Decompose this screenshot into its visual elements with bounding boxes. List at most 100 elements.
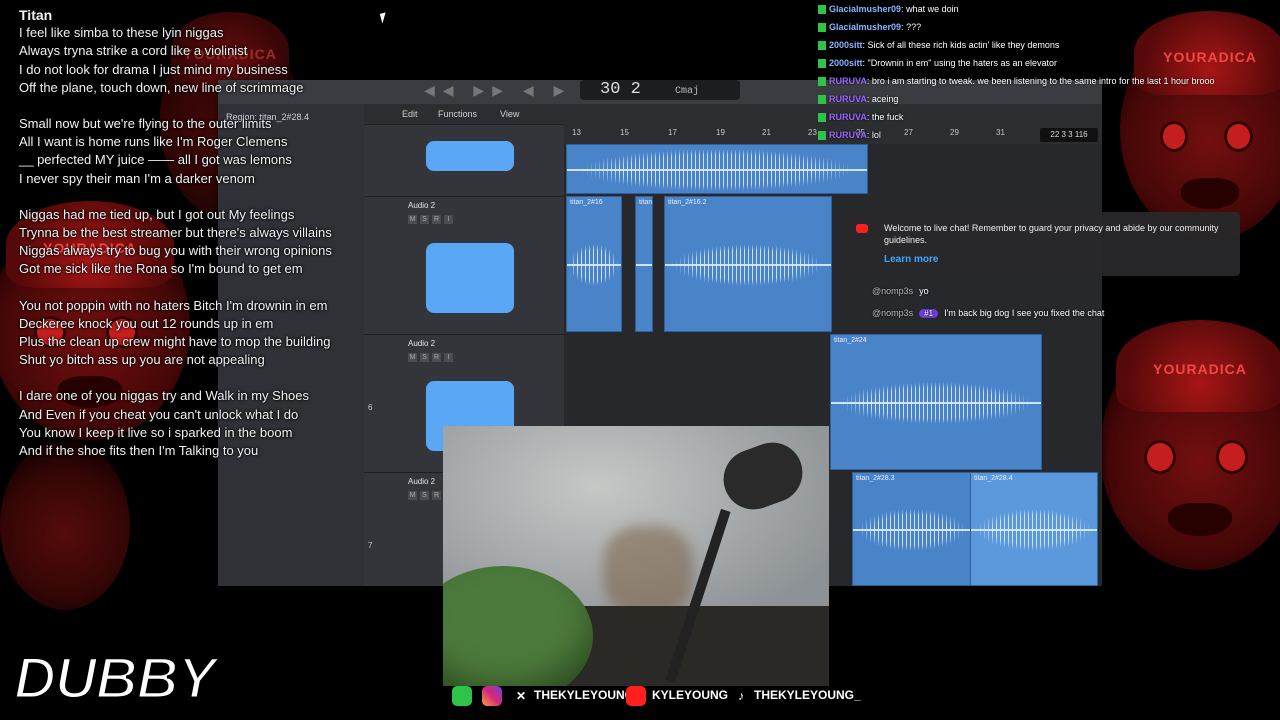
- webcam-shadow: [603, 526, 693, 616]
- solo-button[interactable]: S: [420, 491, 429, 500]
- chat-username[interactable]: RURUVA: [829, 112, 867, 122]
- record-enable-button[interactable]: R: [432, 491, 441, 500]
- audio-region[interactable]: titan_2#16.2: [664, 196, 832, 332]
- chat-username[interactable]: Glacialmusher09: [829, 22, 901, 32]
- lcd-key: Cmaj: [675, 86, 700, 97]
- mute-button[interactable]: M: [408, 215, 417, 224]
- welcome-text: Welcome to live chat! Remember to guard …: [884, 223, 1219, 245]
- lyrics-overlay: Titan I feel like simba to these lyin ni…: [19, 6, 399, 460]
- tiktok-social: ♪ THEKYLEYOUNG_: [734, 684, 861, 706]
- track-name[interactable]: Audio 2: [408, 339, 435, 348]
- chat-message: 2000sitt: "Drownin in em" using the hate…: [818, 54, 1278, 72]
- track-name[interactable]: Audio 2: [408, 201, 435, 210]
- chat-username[interactable]: RURUVA: [829, 76, 867, 86]
- chat-message: RURUVA: aceing: [818, 90, 1278, 108]
- transport-controls[interactable]: ◀◀ ▶▶ ◀ ▶: [424, 82, 602, 99]
- lyric-line: You know I keep it live so i sparked in …: [19, 424, 293, 440]
- chat-text: what we doin: [906, 4, 959, 14]
- audio-region[interactable]: [566, 144, 868, 194]
- kick-icon: [818, 77, 826, 87]
- youtube-chat-message: @nomp3s yo: [872, 286, 929, 296]
- chat-message: Glacialmusher09: ???: [818, 18, 1278, 36]
- ruler-tick: 15: [620, 128, 629, 137]
- cap: YOURADICA: [1116, 320, 1280, 412]
- background-face-right-bottom: YOURADICA: [1100, 320, 1280, 570]
- track-name[interactable]: Audio 2: [408, 477, 435, 486]
- audio-region[interactable]: titan: [635, 196, 653, 332]
- region-name: titan_2#16.2: [668, 199, 707, 206]
- tiktok-handle: THEKYLEYOUNG_: [754, 688, 861, 702]
- lyric-line: Plus the clean up crew might have to mop…: [19, 334, 331, 350]
- lyric-line: And Even if you cheat you can't unlock w…: [19, 406, 299, 422]
- ruler-tick: 19: [716, 128, 725, 137]
- input-monitor-button[interactable]: I: [444, 353, 453, 362]
- region-name: titan: [639, 199, 653, 206]
- track-buttons: MSRI: [408, 215, 456, 224]
- ruler-tick: 21: [762, 128, 771, 137]
- lyrics-stanza: You not poppin with no haters Bitch I'm …: [19, 297, 399, 370]
- background-face-left-bottom: [0, 440, 130, 610]
- menu-edit[interactable]: Edit: [402, 109, 418, 119]
- youtube-social: KYLEYOUNG: [626, 684, 728, 706]
- lyric-line: And if the shoe fits then I'm Talking to…: [19, 443, 259, 459]
- kick-icon: [818, 41, 826, 51]
- lyric-line: Deckeree knock you out 12 rounds up in e…: [19, 315, 274, 331]
- lyric-line: __ perfected MY juice —— all I got was l…: [19, 152, 292, 168]
- chat-text: bro i am starting to tweak. we been list…: [871, 76, 1215, 86]
- lcd-display: 30 2 Cmaj: [580, 80, 740, 100]
- audio-region[interactable]: titan_2#16: [566, 196, 622, 332]
- lyric-line: Niggas always try to bug you with their …: [19, 243, 332, 259]
- lyrics-stanza: Small now but we're flying to the outer …: [19, 115, 399, 188]
- lyric-line: Always tryna strike a cord like a violin…: [19, 43, 248, 59]
- mute-button[interactable]: M: [408, 491, 417, 500]
- x-social: ✕ THEKYLEYOUNG: [514, 684, 634, 706]
- region-name: titan_2#24: [834, 337, 867, 344]
- instagram-social: [482, 684, 508, 706]
- solo-button[interactable]: S: [420, 215, 429, 224]
- lyrics-title: Titan: [19, 7, 53, 23]
- chat-text: I'm back big dog I see you fixed the cha…: [944, 308, 1105, 318]
- kick-icon: [818, 59, 826, 69]
- lyrics-stanza: Niggas had me tied up, but I got out My …: [19, 206, 399, 279]
- youtube-chat-message: @nomp3s #1 I'm back big dog I see you fixe…: [872, 308, 1104, 318]
- kick-chat: Glacialmusher09: what we doin Glacialmus…: [818, 0, 1278, 144]
- eye: [1144, 440, 1176, 474]
- chat-text: Sick of all these rich kids actin' like …: [867, 40, 1060, 50]
- lyrics-stanza: I feel like simba to these lyin niggas A…: [19, 24, 399, 97]
- chat-username[interactable]: @nomp3s: [872, 286, 913, 296]
- kick-social: [452, 684, 478, 706]
- kick-icon: [818, 95, 826, 105]
- solo-button[interactable]: S: [420, 353, 429, 362]
- mute-button[interactable]: M: [408, 353, 417, 362]
- chat-message: 2000sitt: Sick of all these rich kids ac…: [818, 36, 1278, 54]
- audio-region[interactable]: titan_2#24: [830, 334, 1042, 470]
- chat-username[interactable]: 2000sitt: [829, 58, 863, 68]
- mouth: [1181, 178, 1239, 210]
- lyric-line: Niggas had me tied up, but I got out My …: [19, 206, 295, 222]
- member-badge: #1: [919, 309, 939, 318]
- chat-username[interactable]: RURUVA: [829, 130, 867, 140]
- chat-message: Glacialmusher09: what we doin: [818, 0, 1278, 18]
- chat-username[interactable]: @nomp3s: [872, 308, 913, 318]
- region-name: titan_2#16: [570, 199, 603, 206]
- chat-text: lol: [871, 130, 881, 140]
- ruler-tick: 13: [572, 128, 581, 137]
- menu-functions[interactable]: Functions: [438, 109, 477, 119]
- lyric-line: I dare one of you niggas try and Walk in…: [19, 388, 310, 404]
- input-monitor-button[interactable]: I: [444, 215, 453, 224]
- record-enable-button[interactable]: R: [432, 215, 441, 224]
- lyric-line: I do not look for drama I just mind my b…: [19, 61, 288, 77]
- audio-region-selected[interactable]: titan_2#28.4: [970, 472, 1098, 586]
- chat-text: ???: [906, 22, 922, 32]
- menu-view[interactable]: View: [500, 109, 519, 119]
- waveform-icon: [426, 141, 514, 171]
- waveform-icon: [426, 243, 514, 313]
- track-buttons: MSRI: [408, 353, 456, 362]
- record-enable-button[interactable]: R: [432, 353, 441, 362]
- learn-more-link[interactable]: Learn more: [884, 254, 938, 265]
- audio-region[interactable]: titan_2#28.3: [852, 472, 972, 586]
- chat-username[interactable]: Glacialmusher09: [829, 4, 901, 14]
- x-handle: THEKYLEYOUNG: [534, 688, 635, 702]
- chat-username[interactable]: RURUVA: [829, 94, 867, 104]
- chat-username[interactable]: 2000sitt: [829, 40, 863, 50]
